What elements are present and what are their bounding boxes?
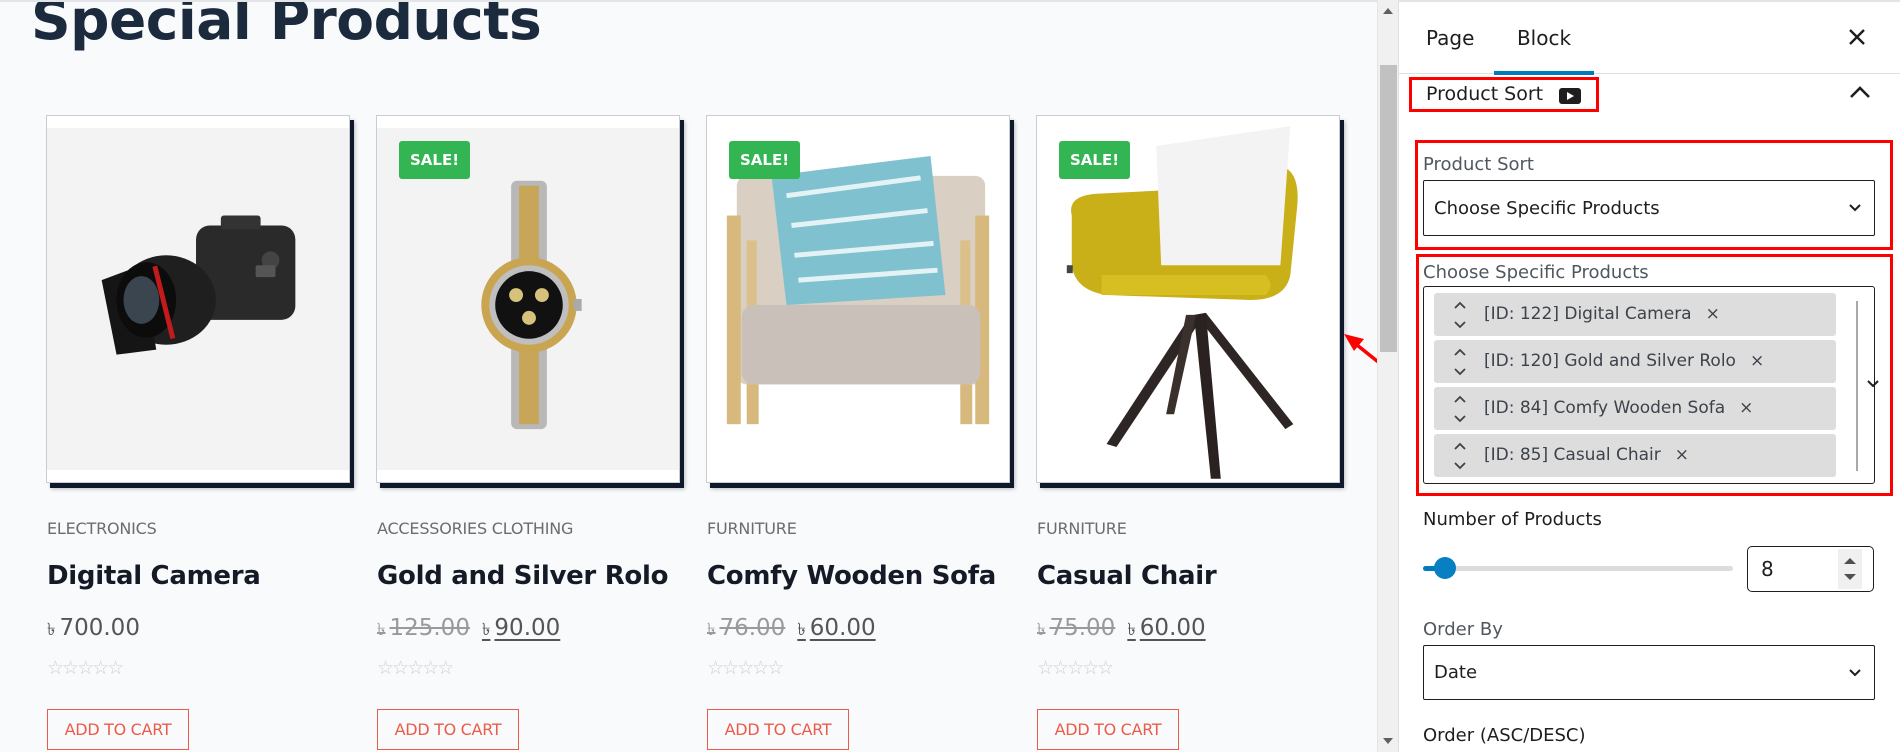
increment-arrow-icon[interactable] (1844, 558, 1856, 564)
scrollbar-thumb[interactable] (1380, 65, 1397, 352)
product-name[interactable]: Comfy Wooden Sofa (707, 561, 996, 591)
youtube-play-icon[interactable] (1559, 88, 1581, 104)
selected-product-token: [ID: 84] Comfy Wooden Sofa × (1434, 387, 1836, 430)
product-name[interactable]: Casual Chair (1037, 561, 1217, 591)
token-label: [ID: 122] Digital Camera (1484, 304, 1692, 324)
canvas-scrollbar[interactable] (1377, 0, 1398, 752)
chevron-up-icon[interactable] (1848, 82, 1872, 102)
slider-handle[interactable] (1433, 557, 1456, 579)
rating-stars: ☆☆☆☆☆ (47, 657, 124, 679)
remove-token-icon[interactable]: × (1706, 304, 1720, 324)
close-icon[interactable] (1842, 22, 1872, 52)
number-of-products-slider[interactable] (1423, 557, 1733, 579)
sale-price: ৳ 90.00 (481, 615, 561, 641)
annotation-arrow (1344, 334, 1377, 364)
product-name[interactable]: Gold and Silver Rolo (377, 561, 668, 591)
product-sort-label: Product Sort (1423, 154, 1534, 175)
sale-price: ৳ 60.00 (797, 615, 876, 641)
editor-canvas: Special Products ELECTRONICS Digital Cam… (0, 0, 1377, 752)
panel-title: Product Sort (1426, 83, 1544, 105)
selected-product-token: [ID: 85] Casual Chair × (1434, 434, 1836, 477)
selected-product-token: [ID: 120] Gold and Silver Rolo × (1434, 340, 1836, 383)
order-by-label: Order By (1423, 619, 1503, 640)
regular-price: ৳ 75.00 (1037, 615, 1116, 641)
sale-badge: SALE! (729, 141, 801, 179)
reorder-up-down-icon[interactable] (1452, 298, 1468, 332)
decrement-arrow-icon[interactable] (1844, 574, 1856, 580)
product-price: ৳ 76.00 ৳ 60.00 (707, 615, 876, 645)
reorder-up-down-icon[interactable] (1452, 345, 1468, 379)
chevron-down-icon[interactable] (1866, 379, 1880, 389)
product-card: ELECTRONICS Digital Camera ৳ 700.00 ☆☆☆☆☆… (46, 115, 352, 750)
order-label: Order (ASC/DESC) (1423, 725, 1586, 746)
chevron-down-icon (1849, 668, 1861, 676)
product-category[interactable]: FURNITURE (1037, 519, 1127, 538)
token-label: [ID: 120] Gold and Silver Rolo (1484, 351, 1736, 371)
regular-price: ৳ 125.00 (377, 615, 470, 641)
product-image[interactable]: SALE! (1036, 115, 1340, 483)
number-of-products-value: 8 (1761, 557, 1774, 581)
rating-stars: ☆☆☆☆☆ (707, 657, 784, 679)
product-category[interactable]: ELECTRONICS (47, 519, 157, 538)
product-image[interactable]: SALE! (376, 115, 680, 483)
token-label: [ID: 85] Casual Chair (1484, 445, 1661, 465)
add-to-cart-button[interactable]: ADD TO CART (377, 709, 519, 750)
specific-products-label: Choose Specific Products (1423, 262, 1649, 283)
scroll-up-arrow-icon[interactable] (1383, 8, 1393, 14)
order-by-value: Date (1434, 662, 1478, 683)
product-sort-select[interactable]: Choose Specific Products (1423, 180, 1875, 236)
remove-token-icon[interactable]: × (1739, 398, 1753, 418)
current-price: 700.00 (59, 615, 140, 641)
product-sort-value: Choose Specific Products (1434, 197, 1660, 219)
number-of-products-label: Number of Products (1423, 509, 1602, 530)
add-to-cart-button[interactable]: ADD TO CART (47, 709, 189, 750)
multiselect-divider (1856, 301, 1858, 471)
product-name[interactable]: Digital Camera (47, 561, 261, 591)
number-spinner[interactable] (1838, 549, 1862, 589)
product-category[interactable]: FURNITURE (707, 519, 797, 538)
tab-block[interactable]: Block (1494, 2, 1594, 75)
add-to-cart-button[interactable]: ADD TO CART (707, 709, 849, 750)
product-price: ৳ 75.00 ৳ 60.00 (1037, 615, 1206, 645)
product-card: SALE! FURNITURE Casual Chair ৳ 75.00 ৳ 60.0… (1036, 115, 1342, 750)
sidebar-tabs: Page Block (1399, 2, 1900, 75)
specific-products-multiselect[interactable]: [ID: 122] Digital Camera × [ID: 120] Gold… (1423, 286, 1879, 484)
scroll-down-arrow-icon[interactable] (1383, 738, 1393, 744)
product-card: SALE! FURNITURE Comfy Wooden Sofa ৳ 76.00… (706, 115, 1012, 750)
block-settings-sidebar: Page Block Product Sort Product Sort Cho… (1398, 0, 1900, 752)
number-of-products-input[interactable]: 8 (1747, 546, 1874, 592)
sale-badge: SALE! (399, 141, 471, 179)
add-to-cart-button[interactable]: ADD TO CART (1037, 709, 1179, 750)
remove-token-icon[interactable]: × (1750, 351, 1764, 371)
product-category[interactable]: ACCESSORIES CLOTHING (377, 519, 573, 538)
remove-token-icon[interactable]: × (1675, 445, 1689, 465)
reorder-up-down-icon[interactable] (1452, 439, 1468, 473)
product-price: ৳ 700.00 (47, 615, 140, 641)
product-price: ৳ 125.00 ৳ 90.00 (377, 615, 560, 645)
tab-page[interactable]: Page (1426, 2, 1474, 74)
selected-product-token: [ID: 122] Digital Camera × (1434, 293, 1836, 336)
rating-stars: ☆☆☆☆☆ (1037, 657, 1114, 679)
sale-price: ৳ 60.00 (1127, 615, 1206, 641)
product-image[interactable]: SALE! (706, 115, 1010, 483)
page-title: Special Products (31, 0, 542, 52)
regular-price: ৳ 76.00 (707, 615, 786, 641)
order-by-select[interactable]: Date (1423, 645, 1875, 700)
panel-header-product-sort[interactable]: Product Sort (1409, 77, 1599, 112)
token-label: [ID: 84] Comfy Wooden Sofa (1484, 398, 1726, 418)
camera-image (101, 215, 296, 355)
rating-stars: ☆☆☆☆☆ (377, 657, 454, 679)
reorder-up-down-icon[interactable] (1452, 392, 1468, 426)
product-card: SALE! ACCESSORIES CLOTHING Gold and Silv… (376, 115, 682, 750)
product-image[interactable] (46, 115, 350, 483)
chevron-down-icon (1849, 204, 1861, 212)
sale-badge: SALE! (1059, 141, 1131, 179)
